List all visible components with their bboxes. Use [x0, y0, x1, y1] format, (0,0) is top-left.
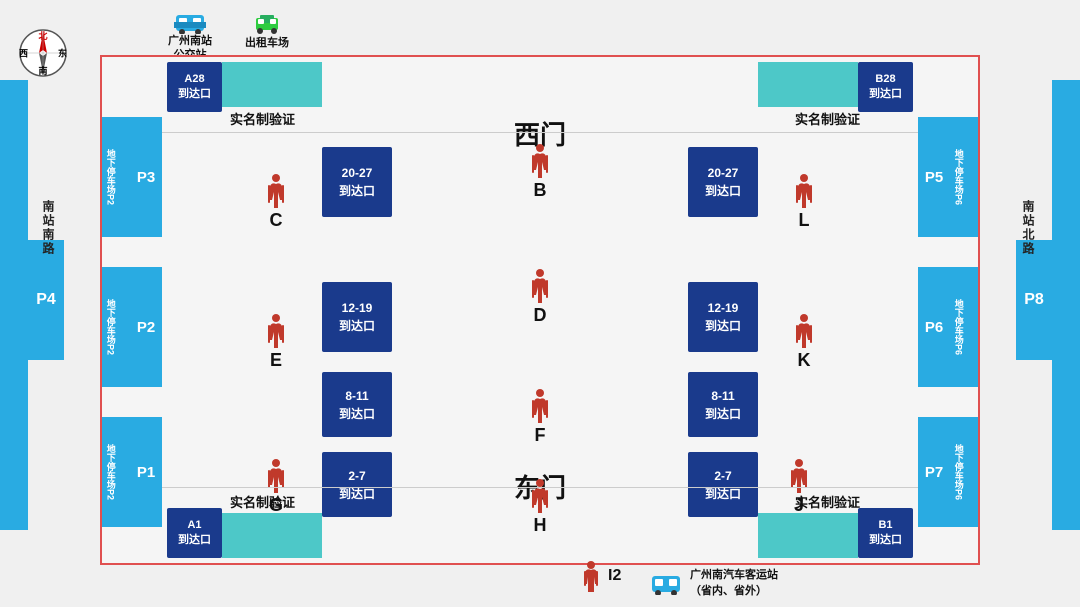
- gate-l: L: [790, 172, 818, 231]
- gate-e-label: E: [270, 350, 282, 371]
- p5-group: 地下停车场P6 P5: [918, 117, 978, 237]
- p1-underground: 地下停车场P2: [102, 417, 130, 527]
- legend-bus-area: 广州南汽车客运站（省内、省外）: [650, 568, 778, 599]
- gate-b: B: [526, 142, 554, 201]
- p2-label: P2: [130, 267, 162, 387]
- p6-label: P6: [918, 267, 950, 387]
- arrival-12-19-right: 12-19到达口: [688, 282, 758, 352]
- b28-arrival-box: B28到达口: [858, 62, 913, 112]
- gate-h-label: H: [534, 515, 547, 536]
- p6-underground: 地下停车场P6: [950, 267, 978, 387]
- gate-f: F: [526, 387, 554, 446]
- gate-l-label: L: [799, 210, 810, 231]
- arrival-2-7-left: 2-7到达口: [322, 452, 392, 517]
- gate-g-label: G: [269, 495, 283, 516]
- p7-underground: 地下停车场P6: [950, 417, 978, 527]
- main-map: 地下停车场P2 P3 地下停车场P2 P2 地下停车场P2 P1 地下停车场P6…: [100, 55, 980, 565]
- road-right-label: 南站北路: [1020, 200, 1040, 256]
- p8-box: P8: [1016, 240, 1052, 360]
- p3-label: P3: [130, 117, 162, 237]
- top-cyan-right: [758, 62, 858, 107]
- top-cyan-left: [222, 62, 322, 107]
- verify-top-left: 实名制验证: [230, 109, 295, 128]
- p2-group: 地下停车场P2 P2: [102, 267, 162, 387]
- taxi-label: 出租车场: [245, 34, 289, 50]
- p7-label: P7: [918, 417, 950, 527]
- legend-bus-label: 广州南汽车客运站（省内、省外）: [690, 568, 778, 599]
- divider-bottom: [162, 487, 918, 488]
- arrival-20-27-right: 20-27到达口: [688, 147, 758, 217]
- gate-d: D: [526, 267, 554, 326]
- verify-top-right: 实名制验证: [795, 109, 860, 128]
- divider-top: [162, 132, 918, 133]
- bottom-cyan-left: [222, 513, 322, 558]
- taxi-icon-area: 出租车场: [245, 12, 289, 50]
- legend-i2-area: I2: [580, 560, 621, 592]
- compass-east: 东: [58, 47, 67, 60]
- gate-f-label: F: [535, 425, 546, 446]
- p3-group: 地下停车场P2 P3: [102, 117, 162, 237]
- outer-left-col: [0, 80, 28, 530]
- gate-c-label: C: [270, 210, 283, 231]
- compass-west: 西: [19, 47, 28, 60]
- p1-label: P1: [130, 417, 162, 527]
- gate-c: C: [262, 172, 290, 231]
- p3-underground: 地下停车场P2: [102, 117, 130, 237]
- compass-south: 南: [38, 64, 47, 77]
- gate-b-label: B: [534, 180, 547, 201]
- a1-arrival-box: A1到达口: [167, 508, 222, 558]
- bottom-cyan-right: [758, 513, 858, 558]
- a28-arrival-box: A28到达口: [167, 62, 222, 112]
- gate-e: E: [262, 312, 290, 371]
- compass: 北 南 东 西: [18, 28, 70, 80]
- road-left-label: 南站南路: [40, 200, 60, 256]
- gate-d-label: D: [534, 305, 547, 326]
- p7-group: 地下停车场P6 P7: [918, 417, 978, 527]
- arrival-12-19-left: 12-19到达口: [322, 282, 392, 352]
- arrival-8-11-right: 8-11到达口: [688, 372, 758, 437]
- p5-label: P5: [918, 117, 950, 237]
- b1-arrival-box: B1到达口: [858, 508, 913, 558]
- p5-underground: 地下停车场P6: [950, 117, 978, 237]
- arrival-20-27-left: 20-27到达口: [322, 147, 392, 217]
- gate-k-label: K: [798, 350, 811, 371]
- p2-underground: 地下停车场P2: [102, 267, 130, 387]
- arrival-2-7-right: 2-7到达口: [688, 452, 758, 517]
- gate-k: K: [790, 312, 818, 371]
- arrival-8-11-left: 8-11到达口: [322, 372, 392, 437]
- gate-h: H: [526, 477, 554, 536]
- i2-label: I2: [608, 567, 621, 585]
- p6-group: 地下停车场P6 P6: [918, 267, 978, 387]
- compass-north: 北: [38, 29, 47, 42]
- gate-j-label: J: [794, 495, 804, 516]
- p4-box: P4: [28, 240, 64, 360]
- outer-right-col: [1052, 80, 1080, 530]
- p1-group: 地下停车场P2 P1: [102, 417, 162, 527]
